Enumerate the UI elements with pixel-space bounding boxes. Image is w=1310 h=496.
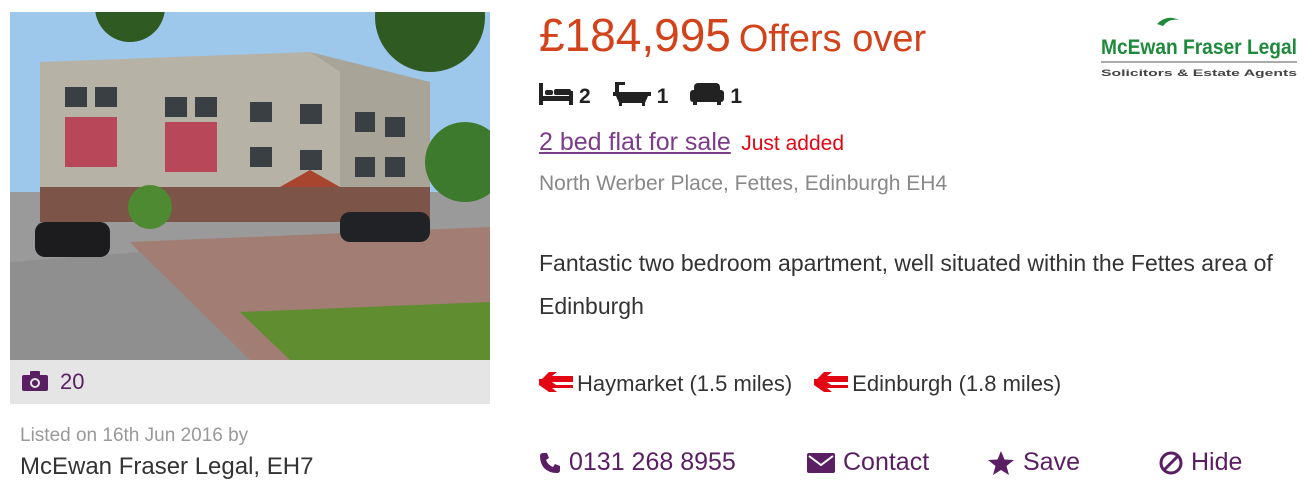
property-photo[interactable] (10, 12, 490, 360)
nearby-stations: Haymarket (1.5 miles) Edinburgh (1.8 mil… (539, 371, 1083, 397)
call-agent-button[interactable]: 0131 268 8955 (539, 448, 736, 477)
national-rail-icon (814, 371, 849, 397)
station-item: Haymarket (1.5 miles) (539, 371, 792, 397)
photo-count: 20 (60, 369, 85, 394)
phone-icon (540, 452, 560, 473)
bed-icon (539, 83, 573, 110)
hide-button[interactable]: Hide (1159, 448, 1242, 477)
contact-button[interactable]: Contact (807, 448, 929, 477)
envelope-icon (807, 452, 835, 473)
feature-receptions: 1 (690, 83, 742, 110)
price: £184,995 Offers over (539, 8, 926, 62)
station-item: Edinburgh (1.8 miles) (814, 371, 1061, 397)
hide-label: Hide (1191, 448, 1243, 476)
save-button[interactable]: Save (987, 448, 1080, 477)
price-amount: £184,995 (539, 9, 731, 61)
listed-date: Listed on 16th Jun 2016 by (20, 425, 249, 446)
property-address: North Werber Place, Fettes, Edinburgh EH… (539, 172, 948, 195)
agent-logo-tagline: Solicitors & Estate Agents (1101, 68, 1297, 78)
phone-number: 0131 268 8955 (569, 448, 736, 476)
feature-bedrooms: 2 (539, 83, 591, 110)
station-label: Haymarket (1.5 miles) (577, 371, 793, 396)
block-icon (1159, 451, 1183, 474)
listing-title-row: 2 bed flat for sale Just added (539, 128, 844, 157)
property-features: 2 1 1 (539, 82, 764, 111)
listing-title-link[interactable]: 2 bed flat for sale (539, 128, 731, 156)
camera-icon (22, 371, 48, 396)
national-rail-icon (539, 371, 573, 397)
bathroom-count: 1 (656, 84, 669, 108)
agent-name-link[interactable]: McEwan Fraser Legal, EH7 (20, 453, 313, 481)
price-qualifier: Offers over (738, 18, 927, 60)
agent-logo-image: McEwan Fraser Legal Solicitors & Estate … (1101, 17, 1297, 78)
property-photo-image (10, 12, 490, 360)
station-label: Edinburgh (1.8 miles) (852, 371, 1062, 396)
reception-count: 1 (730, 84, 743, 108)
agent-logo-name: McEwan Fraser Legal (1101, 36, 1297, 59)
agent-logo[interactable]: McEwan Fraser Legal Solicitors & Estate … (1097, 12, 1302, 84)
photo-count-bar[interactable]: 20 (10, 360, 490, 404)
contact-label: Contact (843, 448, 930, 476)
bath-icon (612, 82, 651, 111)
star-icon (988, 450, 1014, 475)
bedroom-count: 2 (579, 84, 591, 108)
just-added-badge: Just added (741, 132, 844, 155)
property-description: Fantastic two bedroom apartment, well si… (539, 250, 1273, 319)
sofa-icon (690, 83, 725, 110)
feature-bathrooms: 1 (612, 82, 669, 111)
save-label: Save (1023, 448, 1080, 476)
